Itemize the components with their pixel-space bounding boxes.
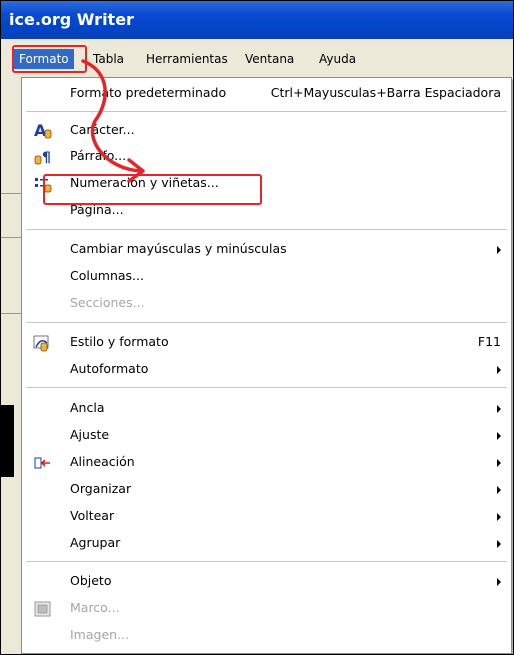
menu-item-agrupar[interactable]: Agrupar [22, 531, 511, 557]
formato-annotation-box [12, 45, 87, 73]
numeracion-annotation-box [43, 174, 262, 205]
svg-text:¶: ¶ [42, 150, 51, 166]
menu-item-secciones: Secciones... [70, 295, 145, 310]
window-frame: ice.org Writer Formato Tabla Herramienta… [0, 0, 514, 655]
menu-herramientas[interactable]: Herramientas [146, 52, 228, 66]
frame-icon [33, 599, 53, 619]
menu-bar: Formato Tabla Herramientas Ventana Ayuda [1, 39, 513, 77]
menu-item-estilo-formato[interactable]: Estilo y formato F11 [22, 330, 511, 356]
menu-item-ajuste[interactable]: Ajuste [22, 423, 511, 449]
menu-separator [26, 561, 507, 562]
alignment-icon [33, 453, 53, 473]
menu-item-objeto[interactable]: Objeto [22, 569, 511, 595]
menu-item-imagen: Imagen... [70, 627, 129, 642]
menu-item-autoformato[interactable]: Autoformato [22, 357, 511, 383]
menu-ventana[interactable]: Ventana [245, 52, 294, 66]
menu-separator [26, 387, 507, 388]
submenu-arrow-icon [497, 486, 501, 494]
submenu-arrow-icon [497, 578, 501, 586]
menu-ayuda[interactable]: Ayuda [319, 52, 356, 66]
formato-dropdown-menu: Formato predeterminado Ctrl+Mayusculas+B… [21, 77, 512, 654]
menu-item-columnas[interactable]: Columnas... [22, 264, 511, 290]
menu-item-organizar[interactable]: Organizar [22, 477, 511, 503]
menu-item-ancla[interactable]: Ancla [22, 396, 511, 422]
submenu-arrow-icon [497, 366, 501, 374]
menu-separator [26, 111, 507, 112]
paragraph-icon: ¶ [33, 147, 53, 167]
title-bar: ice.org Writer [1, 1, 513, 39]
menu-separator [26, 229, 507, 230]
menu-item-caracter[interactable]: A Carácter... [22, 118, 511, 144]
menu-item-alineacion[interactable]: Alineación [22, 450, 511, 476]
menu-tabla[interactable]: Tabla [93, 52, 124, 66]
window-title: ice.org Writer [9, 10, 134, 29]
submenu-arrow-icon [497, 405, 501, 413]
menu-item-marco: Marco... [22, 596, 511, 622]
shortcut-label: F11 [477, 334, 501, 349]
character-icon: A [33, 121, 53, 141]
styles-formatting-icon [33, 333, 53, 353]
menu-separator [26, 322, 507, 323]
submenu-arrow-icon [497, 432, 501, 440]
document-dark-area [1, 405, 14, 477]
submenu-arrow-icon [497, 459, 501, 467]
menu-item-parrafo[interactable]: ¶ Párrafo... [22, 144, 511, 170]
menu-item-voltear[interactable]: Voltear [22, 504, 511, 530]
submenu-arrow-icon [497, 513, 501, 521]
menu-item-formato-predeterminado[interactable]: Formato predeterminado Ctrl+Mayusculas+B… [22, 81, 511, 107]
submenu-arrow-icon [497, 246, 501, 254]
submenu-arrow-icon [497, 540, 501, 548]
menu-item-cambiar-mayusculas[interactable]: Cambiar mayúsculas y minúsculas [22, 237, 511, 263]
shortcut-label: Ctrl+Mayusculas+Barra Espaciadora [270, 85, 501, 100]
